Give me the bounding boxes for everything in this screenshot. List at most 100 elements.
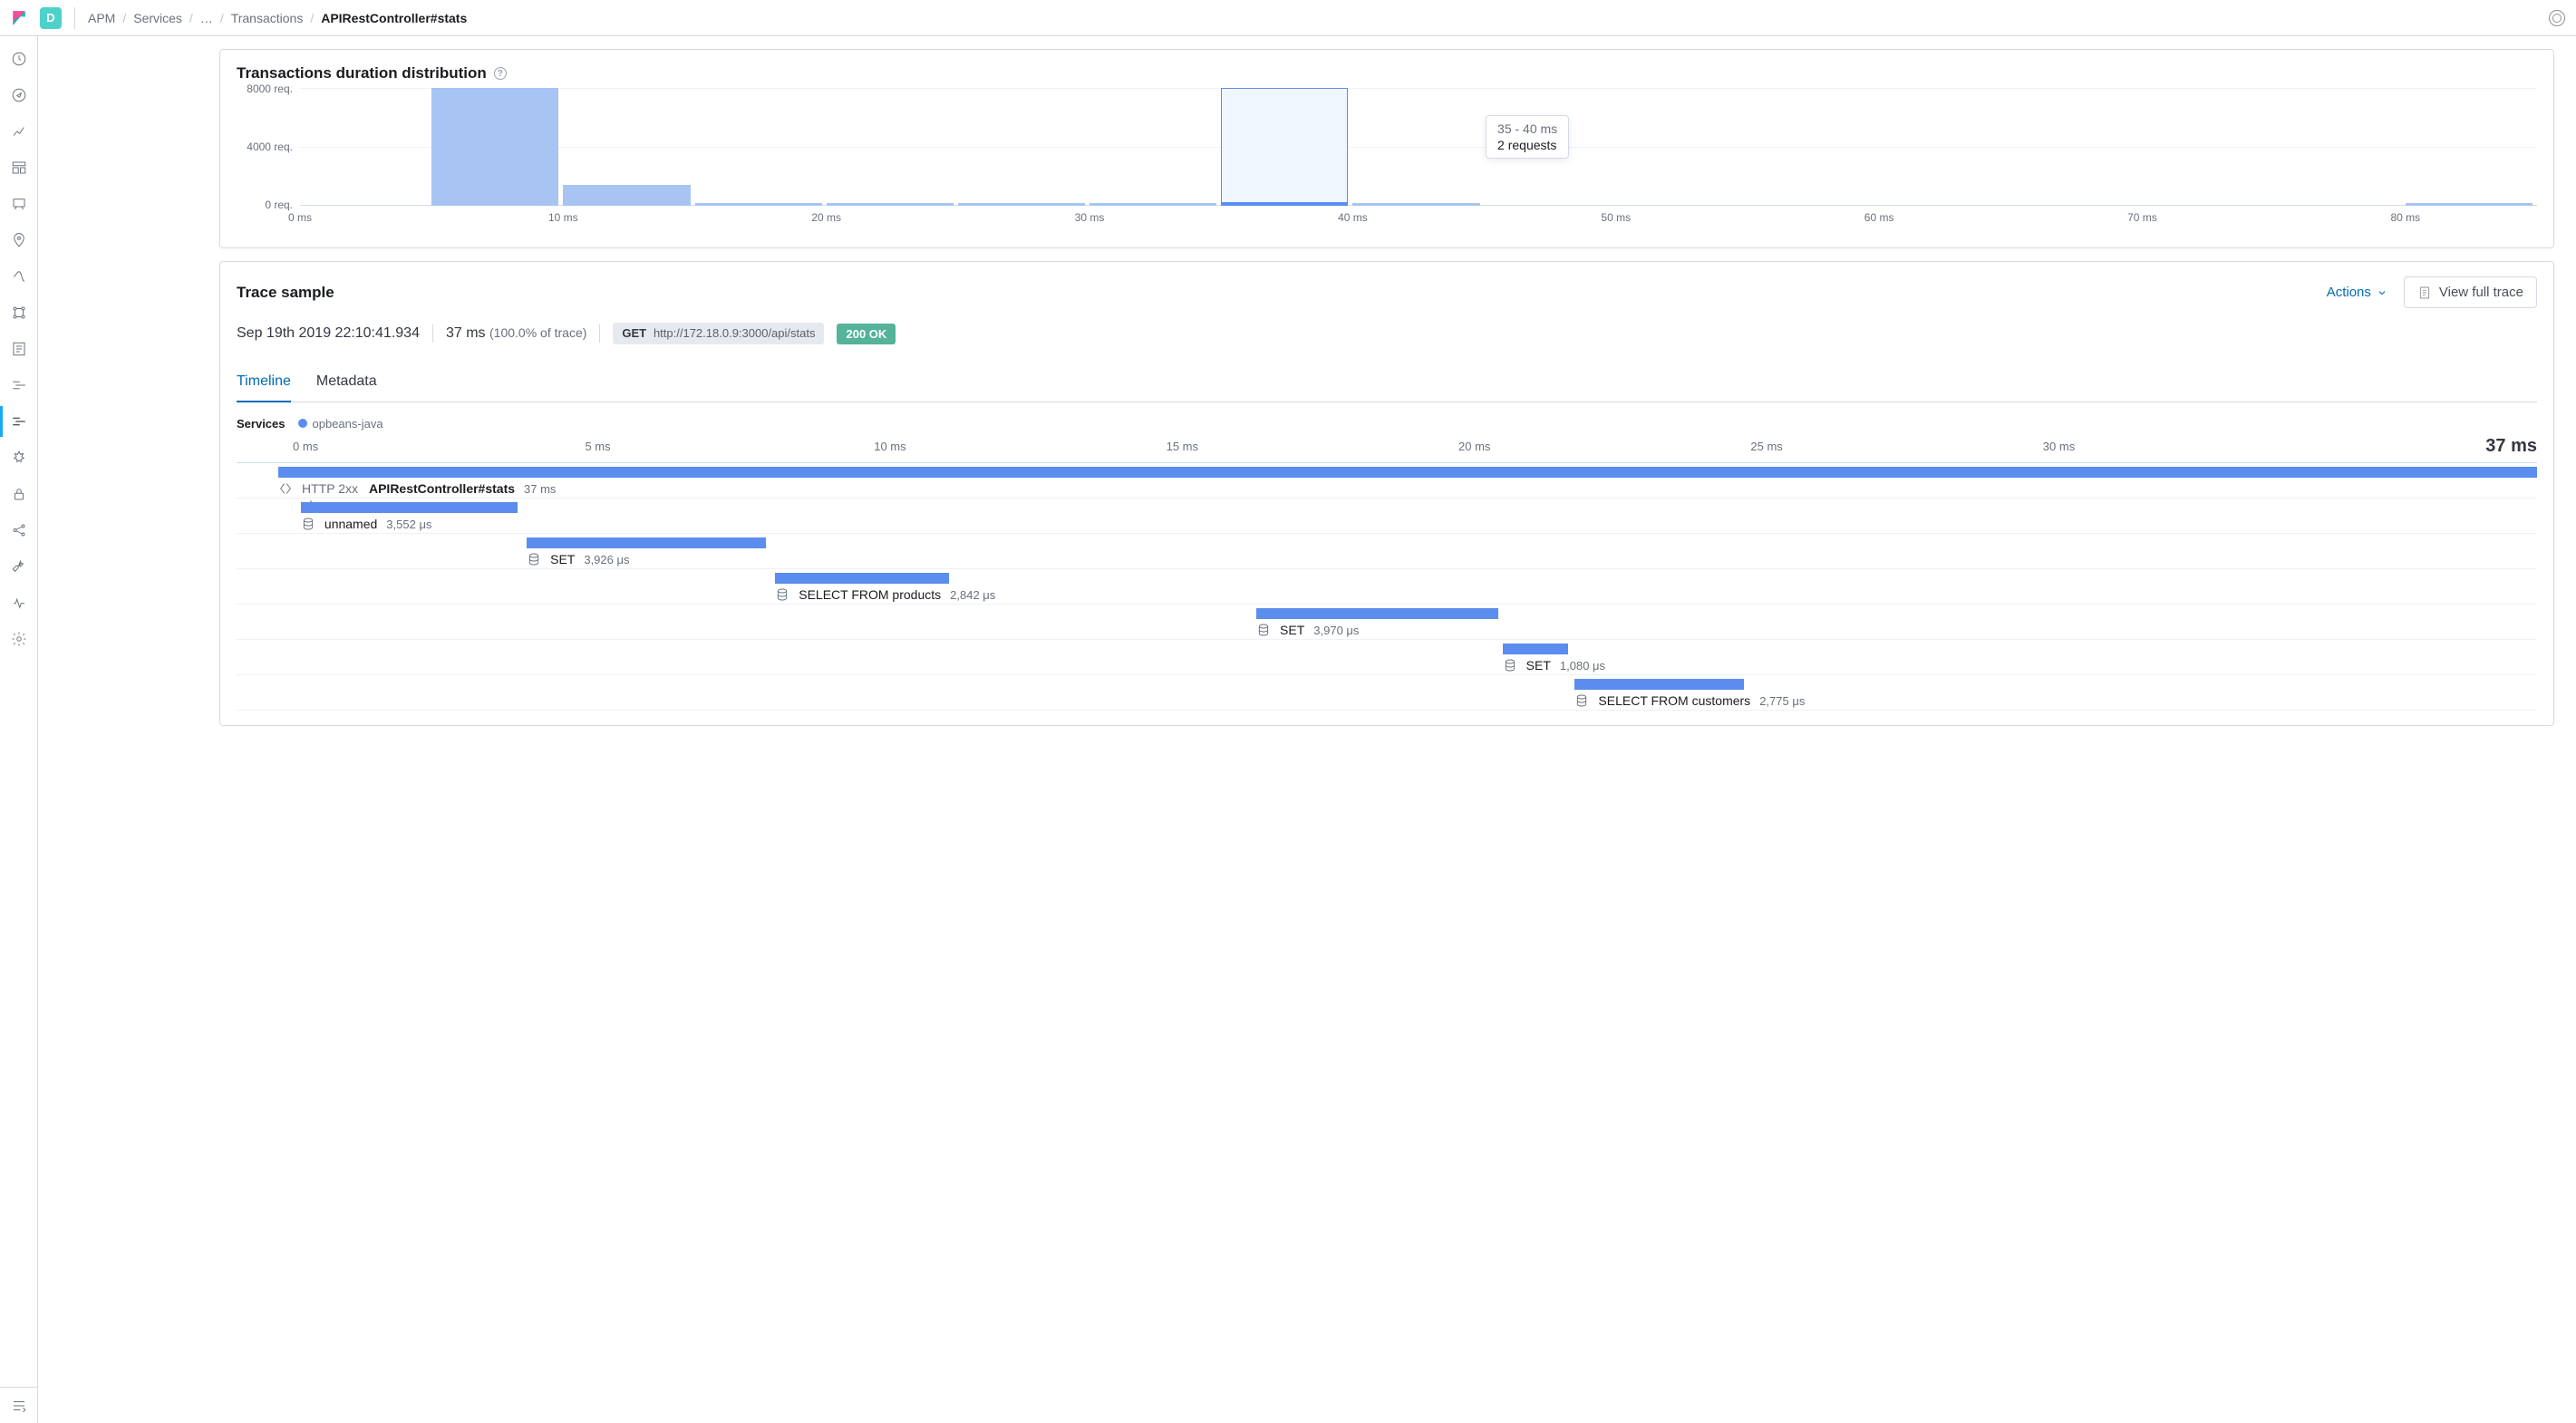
- legend-item: opbeans-java: [298, 417, 383, 431]
- dashboard-icon[interactable]: [11, 160, 27, 176]
- recent-icon[interactable]: [11, 51, 27, 67]
- span-duration: 37 ms: [524, 482, 556, 496]
- timeline-tick: 25 ms: [1750, 440, 1782, 453]
- histogram-bar[interactable]: [431, 88, 558, 206]
- space-selector[interactable]: D: [40, 7, 62, 29]
- x-axis-label: 20 ms: [811, 211, 841, 224]
- y-axis-label: 0 req.: [238, 198, 293, 211]
- monitoring-icon[interactable]: [11, 595, 27, 611]
- apm-icon[interactable]: [11, 377, 27, 393]
- tab-metadata[interactable]: Metadata: [316, 364, 377, 402]
- help-icon[interactable]: [2549, 10, 2565, 26]
- uptime-icon[interactable]: [11, 413, 27, 430]
- x-axis-label: 60 ms: [1864, 211, 1894, 224]
- status-badge: 200 OK: [837, 324, 896, 344]
- transaction-icon: [278, 481, 293, 496]
- span-row[interactable]: SELECT FROM customers 2,775 μs: [237, 675, 2537, 711]
- span-bar[interactable]: [1574, 679, 1744, 690]
- maps-icon[interactable]: [11, 232, 27, 248]
- management-icon[interactable]: [11, 631, 27, 647]
- span-bar[interactable]: [278, 467, 2537, 478]
- span-bar[interactable]: [775, 573, 949, 584]
- span-row[interactable]: SET 1,080 μs: [237, 640, 2537, 675]
- span-duration: 2,775 μs: [1759, 694, 1805, 708]
- breadcrumb-item[interactable]: Transactions: [231, 11, 304, 25]
- span-name: SET: [1280, 623, 1304, 637]
- chevron-down-icon: [2377, 287, 2387, 298]
- span-duration: 2,842 μs: [950, 588, 995, 602]
- span-row[interactable]: SELECT FROM products 2,842 μs: [237, 569, 2537, 605]
- x-axis-label: 30 ms: [1075, 211, 1105, 224]
- span-row[interactable]: SET3,926 μs: [237, 534, 2537, 569]
- span-bar[interactable]: [1503, 644, 1568, 654]
- devtools-icon[interactable]: [11, 558, 27, 575]
- tab-timeline[interactable]: Timeline: [237, 364, 291, 402]
- trace-sample-panel: Trace sample Actions View full trace Sep…: [219, 261, 2554, 726]
- span-bar[interactable]: [1256, 608, 1498, 619]
- siem-icon[interactable]: [11, 450, 27, 466]
- span-name: SELECT FROM customers: [1598, 693, 1750, 708]
- breadcrumb-item[interactable]: Services: [133, 11, 182, 25]
- kibana-logo[interactable]: [11, 10, 27, 26]
- timeline-tick: 30 ms: [2043, 440, 2075, 453]
- span-row[interactable]: HTTP 2xxAPIRestController#stats37 ms: [237, 463, 2537, 499]
- security-icon[interactable]: [11, 486, 27, 502]
- timeline-tick: 20 ms: [1458, 440, 1490, 453]
- span-name: SET: [1526, 658, 1551, 673]
- view-full-trace-button[interactable]: View full trace: [2404, 276, 2537, 308]
- actions-dropdown[interactable]: Actions: [2327, 285, 2387, 300]
- span-duration: 3,970 μs: [1313, 624, 1359, 637]
- x-axis: 0 ms10 ms20 ms30 ms40 ms50 ms60 ms70 ms8…: [300, 211, 2537, 233]
- panel-title: Trace sample: [237, 284, 334, 302]
- chart-tooltip: 35 - 40 ms 2 requests: [1486, 115, 1569, 159]
- x-axis-label: 70 ms: [2127, 211, 2157, 224]
- histogram-bar[interactable]: [563, 185, 690, 206]
- span-name: SET: [550, 552, 575, 566]
- span-duration: 3,552 μs: [386, 518, 431, 531]
- histogram-bar[interactable]: [827, 203, 954, 206]
- histogram-bar[interactable]: [1352, 203, 1479, 206]
- graph-icon[interactable]: [11, 522, 27, 538]
- histogram-bar[interactable]: [2406, 203, 2532, 206]
- panel-title: Transactions duration distribution ?: [237, 64, 2537, 82]
- span-name: SELECT FROM products: [799, 587, 941, 602]
- main-content: Transactions duration distribution ? 800…: [38, 36, 2576, 1423]
- trace-duration: 37 ms (100.0% of trace): [446, 325, 586, 342]
- span-bar[interactable]: [527, 537, 766, 548]
- span-duration: 1,080 μs: [1560, 659, 1605, 673]
- span-row[interactable]: SET 3,970 μs: [237, 605, 2537, 640]
- breadcrumb-item[interactable]: APM: [88, 11, 115, 25]
- duration-histogram[interactable]: 8000 req. 4000 req. 0 req. 35 - 40 ms 2 …: [237, 88, 2537, 233]
- y-axis-label: 8000 req.: [238, 82, 293, 95]
- span-row[interactable]: unnamed3,552 μs: [237, 499, 2537, 534]
- chart-area[interactable]: 8000 req. 4000 req. 0 req. 35 - 40 ms 2 …: [300, 88, 2537, 206]
- document-icon: [2417, 286, 2432, 300]
- distribution-panel: Transactions duration distribution ? 800…: [219, 49, 2554, 248]
- visualize-icon[interactable]: [11, 123, 27, 140]
- canvas-icon[interactable]: [11, 196, 27, 212]
- timeline-tick: 5 ms: [585, 440, 610, 453]
- trace-timestamp: Sep 19th 2019 22:10:41.934: [237, 325, 420, 342]
- x-axis-label: 0 ms: [288, 211, 312, 224]
- services-legend: Services opbeans-java: [237, 417, 2537, 431]
- histogram-bar[interactable]: [958, 203, 1085, 206]
- timeline-axis: 37 ms 0 ms5 ms10 ms15 ms20 ms25 ms30 ms: [237, 440, 2537, 463]
- help-tooltip-icon[interactable]: ?: [494, 67, 507, 80]
- database-icon: [1256, 623, 1271, 637]
- request-badge: GET http://172.18.0.9:3000/api/stats: [613, 323, 824, 344]
- span-bar[interactable]: [301, 502, 518, 513]
- collapse-icon[interactable]: [11, 1398, 27, 1414]
- ml-icon[interactable]: [11, 268, 27, 285]
- discover-icon[interactable]: [11, 87, 27, 103]
- infra-icon[interactable]: [11, 305, 27, 321]
- logs-icon[interactable]: [11, 341, 27, 357]
- histogram-bar[interactable]: [695, 203, 822, 206]
- database-icon: [775, 587, 789, 602]
- header: D APM/ Services/ …/ Transactions/ APIRes…: [0, 0, 2576, 36]
- sidebar: [0, 36, 38, 1423]
- trace-tabs: Timeline Metadata: [237, 364, 2537, 402]
- database-icon: [1503, 658, 1517, 673]
- histogram-bar[interactable]: [1089, 203, 1216, 206]
- histogram-bar[interactable]: [1221, 88, 1348, 206]
- breadcrumb: APM/ Services/ …/ Transactions/ APIRestC…: [88, 11, 467, 25]
